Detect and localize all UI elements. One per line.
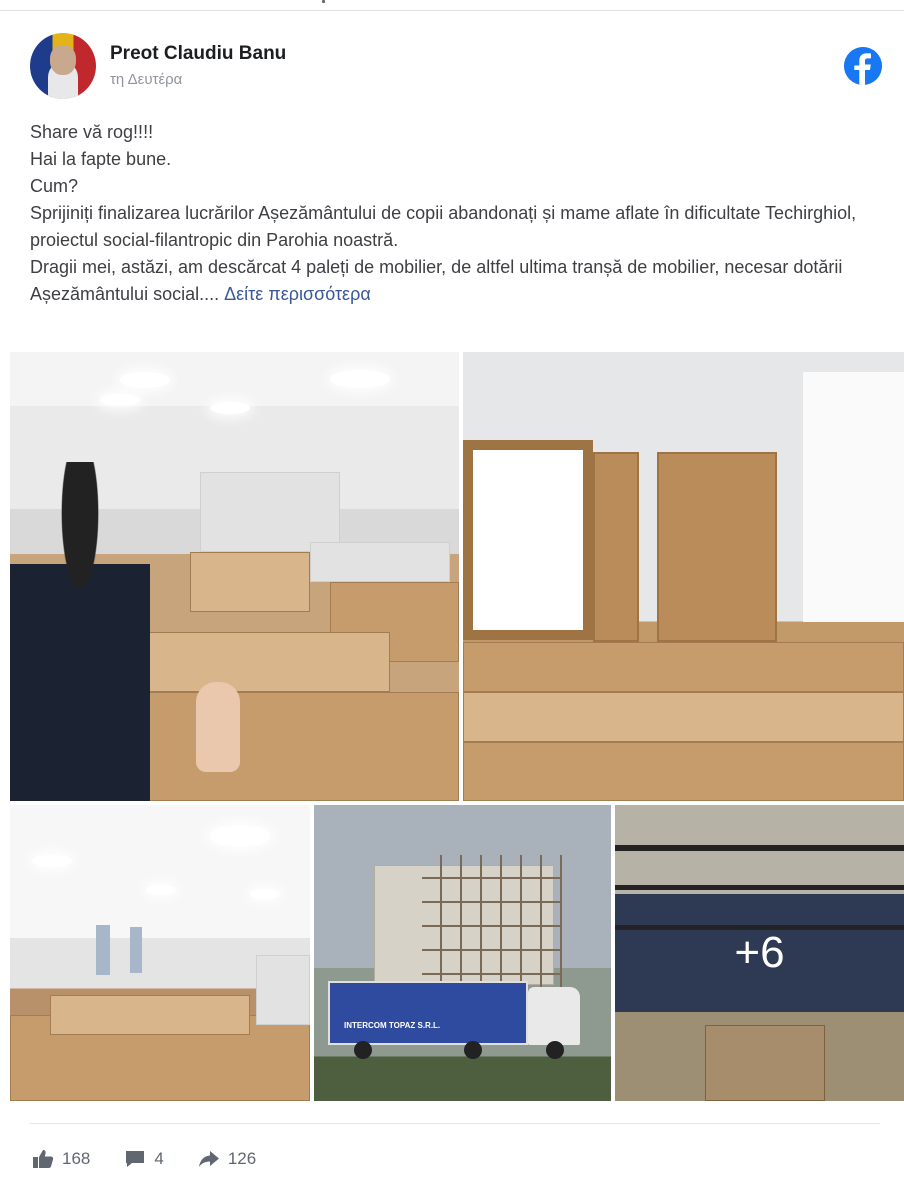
ceiling-light [250,889,280,899]
person-selfie [10,462,150,801]
more-photos-count: +6 [734,928,785,977]
scaffolding [422,855,562,995]
post-line-3: Cum? [30,176,79,196]
post-text: Share vă rog!!!! Hai la fapte bune. Cum?… [30,119,880,308]
box-stack [50,995,250,1035]
thumbs-up-hand [196,682,240,772]
shares-count: 126 [227,1149,257,1168]
facebook-post-card: Preot Claudiu Banu τη Δευτέρα Share vă r… [0,10,904,1180]
box-stack [463,742,904,801]
box-stack [110,692,459,801]
photo-3[interactable] [10,805,310,1101]
ceiling-light [120,372,170,388]
reaction-bar: 168 4 126 [32,1147,290,1171]
photo-4[interactable]: INTERCOM TOPAZ S.R.L. [314,805,611,1101]
truck-wheel [464,1041,482,1059]
more-photos-overlay[interactable]: +6 [615,805,904,1101]
photo-2[interactable] [463,352,904,801]
box-stack [463,692,904,742]
window [130,927,142,973]
comments-count: 4 [154,1149,164,1168]
truck-lettering: INTERCOM TOPAZ S.R.L. [344,1021,441,1030]
facebook-logo-icon[interactable] [844,47,882,85]
footer-divider [30,1123,880,1124]
ceiling-light [146,885,176,895]
post-line-4: Sprijiniți finalizarea lucrărilor Așezăm… [30,203,857,250]
ceiling-light [100,394,140,406]
post-header: Preot Claudiu Banu τη Δευτέρα [30,33,890,99]
shares[interactable]: 126 [198,1149,256,1169]
avatar-face [50,45,76,75]
top-marker [322,0,325,3]
thumbs-up-icon [32,1149,54,1169]
truck-wheel [354,1041,372,1059]
photo-5-more[interactable]: +6 [615,805,904,1101]
truck-wheel [546,1041,564,1059]
box-stack [463,642,904,692]
delivery-truck: INTERCOM TOPAZ S.R.L. [328,981,528,1045]
ceiling-light [32,855,72,867]
window [96,925,110,975]
post-line-1: Share vă rog!!!! [30,122,154,142]
post-line-5: Dragii mei, astăzi, am descărcat 4 paleț… [30,254,880,308]
ceiling-light [210,402,250,414]
share-arrow-icon [198,1149,220,1169]
wooden-panel [657,452,777,642]
see-more-link[interactable]: Δείτε περισσότερα [224,284,371,304]
mattress-stack [310,542,450,582]
comments[interactable]: 4 [124,1149,164,1169]
photo-1[interactable] [10,352,459,801]
wall-corner [803,372,904,622]
wooden-frame [463,440,593,640]
ceiling-light [330,370,390,388]
comment-bubble-icon [124,1149,146,1169]
author-name[interactable]: Preot Claudiu Banu [110,43,286,65]
post-timestamp[interactable]: τη Δευτέρα [110,71,182,88]
author-avatar[interactable] [30,33,96,99]
post-line-5-text: Dragii mei, astăzi, am descărcat 4 paleț… [30,257,843,304]
likes-count: 168 [62,1149,91,1168]
mattress-stack [200,472,340,552]
box-stack [190,552,310,612]
post-line-2: Hai la fapte bune. [30,149,172,169]
likes[interactable]: 168 [32,1149,90,1169]
truck-cab [528,987,580,1045]
wooden-panel [593,452,639,642]
mattress-stack [256,955,310,1025]
ceiling-light [210,825,270,847]
